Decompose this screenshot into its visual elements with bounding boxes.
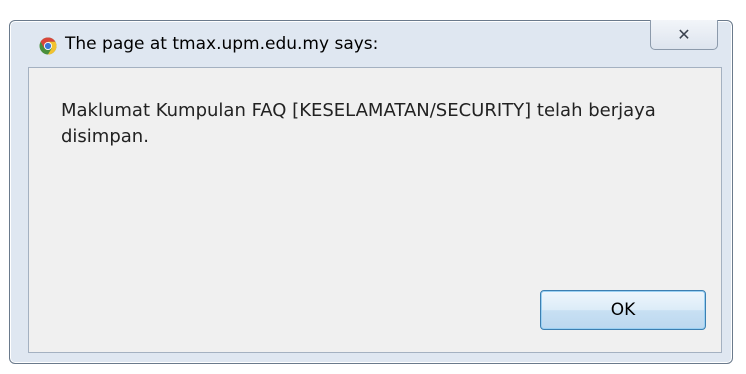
dialog-body: Maklumat Kumpulan FAQ [KESELAMATAN/SECUR… xyxy=(28,67,722,353)
close-icon: ✕ xyxy=(677,24,691,44)
dialog-message: Maklumat Kumpulan FAQ [KESELAMATAN/SECUR… xyxy=(61,100,656,147)
ok-button[interactable]: OK xyxy=(540,290,706,330)
close-button[interactable]: ✕ xyxy=(650,20,718,50)
dialog-titlebar: The page at tmax.upm.edu.my says: ✕ xyxy=(10,20,732,67)
chrome-icon xyxy=(39,37,57,55)
alert-dialog: The page at tmax.upm.edu.my says: ✕ Makl… xyxy=(9,20,733,364)
dialog-title: The page at tmax.upm.edu.my says: xyxy=(65,34,379,54)
